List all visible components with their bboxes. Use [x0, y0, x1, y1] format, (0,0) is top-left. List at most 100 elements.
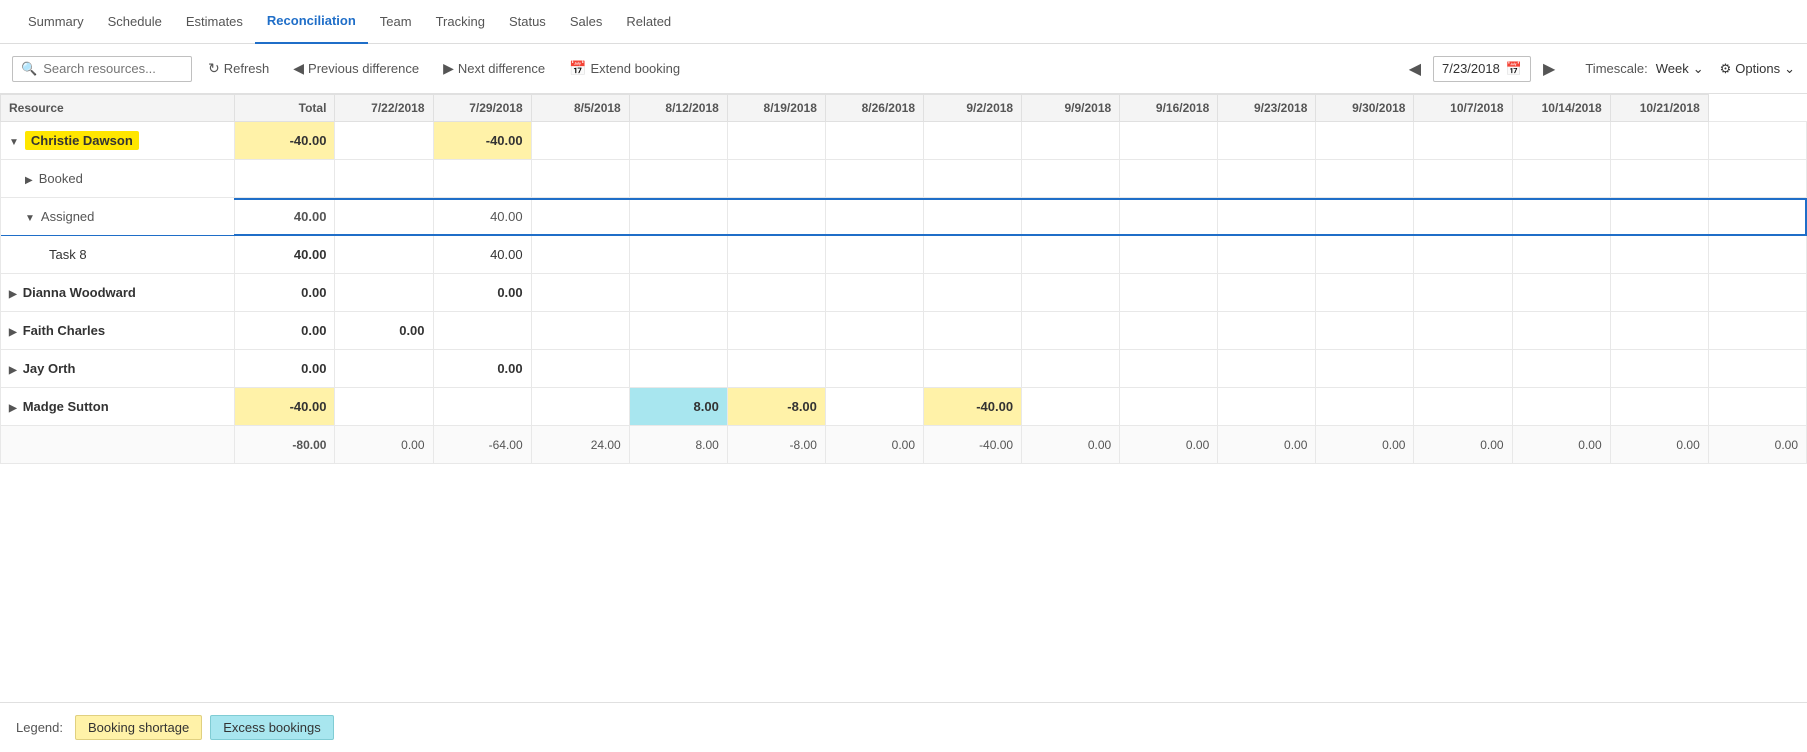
date-cell: 8.00: [629, 388, 727, 426]
date-cell: [727, 274, 825, 312]
nav-sales[interactable]: Sales: [558, 0, 615, 44]
resource-cell[interactable]: ▶ Jay Orth: [1, 350, 235, 388]
expand-icon[interactable]: ▶: [9, 403, 17, 414]
refresh-button[interactable]: ↻ Refresh: [200, 56, 277, 81]
resource-cell[interactable]: ▼ Christie Dawson: [1, 122, 235, 160]
legend-label: Legend:: [16, 720, 63, 735]
date-cell: [433, 312, 531, 350]
options-button[interactable]: ⚙ Options ⌄: [1720, 61, 1795, 77]
date-cell: 0.00: [335, 426, 433, 464]
date-cell: [825, 160, 923, 198]
resource-cell[interactable]: ▶Faith Charles: [1, 312, 235, 350]
collapse-icon[interactable]: ▼: [9, 137, 19, 148]
date-cell: [924, 236, 1022, 274]
table-row[interactable]: ▶Madge Sutton-40.008.00-8.00-40.00: [1, 388, 1807, 426]
date-cell: 40.00: [433, 236, 531, 274]
legend-excess-badge: Excess bookings: [210, 715, 334, 740]
header-row: Resource Total 7/22/2018 7/29/2018 8/5/2…: [1, 95, 1807, 122]
date-prev-button[interactable]: ◀: [1403, 57, 1427, 81]
nav-related[interactable]: Related: [614, 0, 683, 44]
date-cell: 8.00: [629, 426, 727, 464]
expand-icon[interactable]: ▶: [9, 327, 17, 338]
date-cell: [531, 388, 629, 426]
date-cell: [727, 312, 825, 350]
date-cell: [1120, 236, 1218, 274]
date-cell: 0.00: [433, 274, 531, 312]
resource-name: Madge Sutton: [23, 399, 109, 414]
date-cell: [1316, 236, 1414, 274]
date-cell: [335, 160, 433, 198]
nav-team[interactable]: Team: [368, 0, 424, 44]
grid-body: ▼Christie Dawson-40.00-40.00▶Booked▼Assi…: [1, 122, 1807, 464]
date-cell: [1120, 388, 1218, 426]
table-row[interactable]: ▼Christie Dawson-40.00-40.00: [1, 122, 1807, 160]
date-cell: [1414, 312, 1512, 350]
prev-diff-button[interactable]: ◀ Previous difference: [285, 56, 427, 81]
date-cell: [1512, 274, 1610, 312]
expand-icon[interactable]: ▶: [25, 175, 33, 186]
nav-status[interactable]: Status: [497, 0, 558, 44]
date-cell: [1414, 160, 1512, 198]
date-cell: [1022, 312, 1120, 350]
date-cell: [1610, 160, 1708, 198]
sub-resource-name: Booked: [39, 171, 83, 186]
date-cell: [825, 350, 923, 388]
calendar-icon: 📅: [1506, 61, 1522, 77]
nav-summary[interactable]: Summary: [16, 0, 96, 44]
date-cell: [531, 122, 629, 160]
date-next-button[interactable]: ▶: [1537, 57, 1561, 81]
table-row[interactable]: ▶Jay Orth0.000.00: [1, 350, 1807, 388]
table-row: ▶ Booked: [1, 160, 1807, 198]
search-box[interactable]: 🔍: [12, 56, 192, 82]
extend-booking-button[interactable]: 📅 Extend booking: [561, 56, 688, 81]
table-row[interactable]: ▶Faith Charles0.000.00: [1, 312, 1807, 350]
expand-icon[interactable]: ▶: [9, 289, 17, 300]
date-cell: [1610, 236, 1708, 274]
date-cell: [1414, 350, 1512, 388]
expand-icon[interactable]: ▶: [9, 365, 17, 376]
resource-name: Jay Orth: [23, 361, 76, 376]
date-cell: 0.00: [1414, 426, 1512, 464]
date-cell: [1708, 350, 1806, 388]
resource-cell[interactable]: ▶Dianna Woodward: [1, 274, 235, 312]
nav-estimates[interactable]: Estimates: [174, 0, 255, 44]
nav-reconciliation[interactable]: Reconciliation: [255, 0, 368, 44]
task-name: Task 8: [1, 236, 235, 274]
date-cell: [1708, 274, 1806, 312]
total-cell: -80.00: [235, 426, 335, 464]
col-header-9-30: 9/30/2018: [1316, 95, 1414, 122]
resource-cell[interactable]: ▶ Madge Sutton: [1, 388, 235, 426]
date-cell: -40.00: [924, 388, 1022, 426]
search-input[interactable]: [43, 61, 183, 76]
date-cell: [1218, 160, 1316, 198]
date-cell: [531, 160, 629, 198]
nav-tracking[interactable]: Tracking: [424, 0, 497, 44]
total-cell: -40.00: [235, 122, 335, 160]
date-cell: [1610, 274, 1708, 312]
nav-schedule[interactable]: Schedule: [96, 0, 174, 44]
reconciliation-grid: Resource Total 7/22/2018 7/29/2018 8/5/2…: [0, 94, 1807, 702]
date-cell: [1316, 198, 1414, 236]
col-header-9-9: 9/9/2018: [1022, 95, 1120, 122]
next-diff-button[interactable]: ▶ Next difference: [435, 56, 553, 81]
date-cell: [825, 236, 923, 274]
date-cell: [1414, 236, 1512, 274]
timescale-select[interactable]: Week ⌄: [1656, 61, 1704, 77]
date-cell: 0.00: [335, 312, 433, 350]
date-navigation: ◀ 7/23/2018 📅 ▶: [1403, 56, 1562, 82]
date-cell: [1022, 122, 1120, 160]
date-cell: -8.00: [727, 426, 825, 464]
table-row[interactable]: ▶Dianna Woodward0.000.00: [1, 274, 1807, 312]
col-header-9-23: 9/23/2018: [1218, 95, 1316, 122]
date-cell: [1316, 274, 1414, 312]
date-cell: [1218, 122, 1316, 160]
date-cell: [1120, 122, 1218, 160]
resource-name-highlight: Christie Dawson: [25, 131, 139, 150]
collapse-icon[interactable]: ▼: [25, 213, 35, 224]
date-display[interactable]: 7/23/2018 📅: [1433, 56, 1531, 82]
options-chevron-icon: ⌄: [1784, 61, 1795, 77]
date-cell: [1022, 274, 1120, 312]
date-cell: [1316, 160, 1414, 198]
date-cell: [629, 198, 727, 236]
date-cell: [924, 274, 1022, 312]
